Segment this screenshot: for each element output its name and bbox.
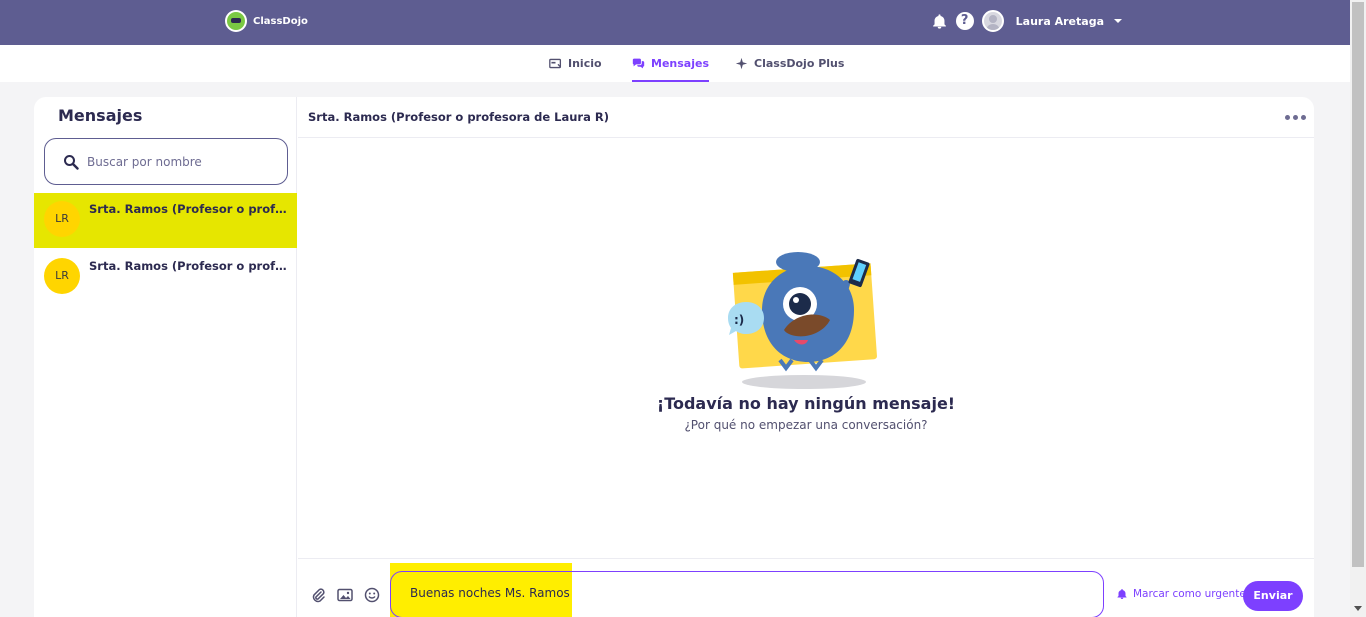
sparkle-icon (735, 57, 748, 70)
home-icon (549, 58, 562, 69)
tab-inicio[interactable]: Inicio (549, 45, 602, 82)
send-button[interactable]: Enviar (1243, 581, 1303, 611)
classdojo-logo-icon (225, 10, 247, 32)
search-placeholder: Buscar por nombre (87, 154, 202, 169)
mark-urgent-button[interactable]: Marcar como urgente (1116, 588, 1246, 600)
empty-state-title: ¡Todavía no hay ningún mensaje! (656, 394, 956, 413)
user-avatar[interactable] (981, 10, 1004, 32)
messages-card: Mensajes Buscar por nombre LR Srta. Ramo… (34, 97, 1314, 617)
search-input[interactable]: Buscar por nombre (44, 138, 288, 185)
avatar: LR (44, 201, 80, 237)
top-bar: ClassDojo ? Laura Aretaga (0, 0, 1350, 45)
classdojo-logo[interactable]: ClassDojo (225, 10, 308, 32)
mojo-mascot-illustration: :) (728, 252, 877, 389)
chat-panel: Srta. Ramos (Profesor o profesora de Lau… (298, 97, 1314, 617)
more-options-icon[interactable] (1285, 115, 1306, 120)
bell-icon (1117, 589, 1127, 599)
conversation-name: Srta. Ramos (Profesor o profesora de Lau… (89, 202, 289, 216)
avatar: LR (44, 258, 80, 294)
emoji-icon[interactable] (364, 587, 380, 603)
scrollbar-thumb[interactable] (1352, 2, 1364, 567)
svg-text::): :) (734, 313, 744, 327)
conversation-sidebar: Mensajes Buscar por nombre LR Srta. Ramo… (34, 97, 297, 617)
tab-label: Inicio (568, 57, 602, 70)
scroll-down-arrow-icon[interactable] (1354, 606, 1362, 611)
image-icon[interactable] (337, 587, 353, 603)
tab-classdojo-plus[interactable]: ClassDojo Plus (735, 45, 844, 82)
tab-label: Mensajes (651, 57, 709, 70)
page-scrollbar[interactable] (1350, 0, 1366, 617)
conversation-item[interactable]: LR Srta. Ramos (Profesor o profesora de … (34, 250, 297, 305)
tab-label: ClassDojo Plus (754, 57, 845, 70)
bell-icon[interactable] (931, 13, 948, 30)
chat-title: Srta. Ramos (Profesor o profesora de Lau… (308, 110, 609, 124)
message-composer: Buenas noches Ms. Ramos Marcar como urge… (298, 558, 1314, 617)
mark-urgent-label: Marcar como urgente (1133, 588, 1246, 600)
brand-name: ClassDojo (253, 15, 308, 27)
chat-icon (632, 58, 645, 69)
search-icon (64, 154, 79, 170)
tab-mensajes[interactable]: Mensajes (632, 45, 709, 82)
conversation-name: Srta. Ramos (Profesor o profesora de Lau… (89, 259, 289, 273)
sidebar-title: Mensajes (58, 106, 143, 125)
user-name[interactable]: Laura Aretaga (1016, 15, 1104, 28)
caret-down-icon[interactable] (1114, 19, 1122, 23)
main-nav: Inicio Mensajes ClassDojo Plus (0, 45, 1350, 82)
conversation-item[interactable]: LR Srta. Ramos (Profesor o profesora de … (34, 193, 297, 248)
attach-icon[interactable] (310, 587, 326, 603)
message-input-text[interactable]: Buenas noches Ms. Ramos (410, 586, 570, 600)
help-icon[interactable]: ? (955, 12, 974, 30)
top-right-controls: ? Laura Aretaga (931, 10, 1122, 32)
chat-header: Srta. Ramos (Profesor o profesora de Lau… (298, 97, 1314, 138)
empty-state-subtitle: ¿Por qué no empezar una conversación? (684, 418, 928, 432)
